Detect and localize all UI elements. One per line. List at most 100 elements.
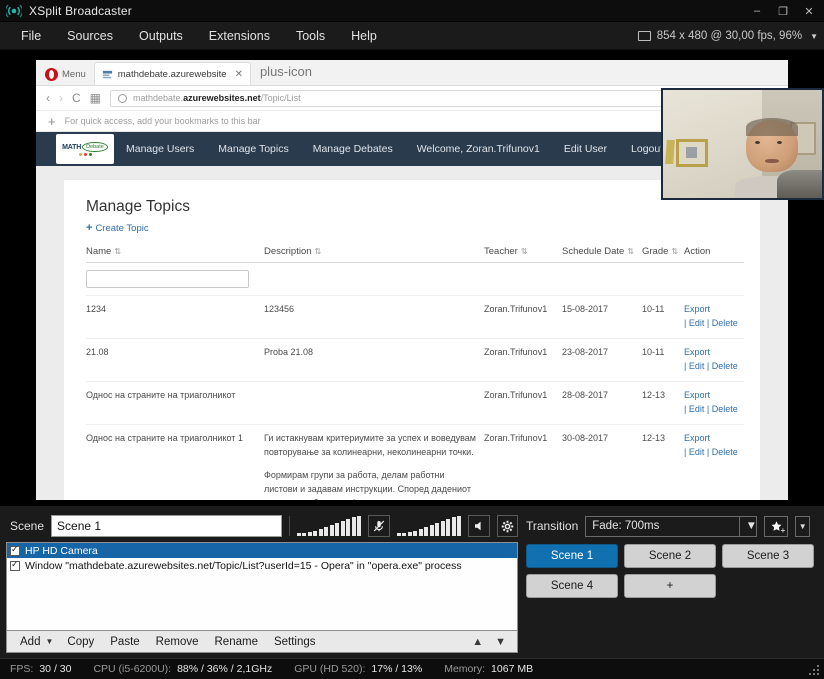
gear-icon[interactable] bbox=[496, 515, 519, 537]
webcam-person-shoulder bbox=[777, 169, 822, 198]
reload-icon[interactable]: C bbox=[72, 91, 81, 105]
edit-link[interactable]: Edit bbox=[689, 318, 705, 328]
menu-sources[interactable]: Sources bbox=[54, 25, 126, 47]
nav-edit-user[interactable]: Edit User bbox=[552, 143, 619, 155]
webcam-person-eye bbox=[755, 140, 761, 144]
create-topic-link[interactable]: + Create Topic bbox=[86, 222, 738, 234]
cell-description: 123456 bbox=[264, 295, 484, 340]
export-link[interactable]: Export bbox=[684, 432, 738, 446]
export-link[interactable]: Export bbox=[684, 389, 738, 403]
column-header-teacher[interactable]: Teacher ⇅ bbox=[484, 244, 562, 263]
scene-buttons: Scene 1 Scene 2 Scene 3 Scene 4 + bbox=[526, 544, 818, 598]
resize-grip-icon[interactable] bbox=[809, 665, 821, 677]
checkbox[interactable] bbox=[10, 559, 20, 571]
add-bookmark-icon[interactable]: + bbox=[48, 114, 56, 129]
resolution-indicator[interactable]: 854 x 480 @ 30,00 fps, 96% ▼ bbox=[637, 22, 818, 50]
table-row[interactable]: 1234 123456 Zoran.Trifunov1 15-08-2017 1… bbox=[86, 295, 744, 340]
remove-button[interactable]: Remove bbox=[149, 634, 206, 650]
delete-link[interactable]: Delete bbox=[712, 318, 738, 328]
table-row[interactable]: Однос на страните на триаголникот Zoran.… bbox=[86, 381, 744, 426]
column-header-name[interactable]: Name ⇅ bbox=[86, 244, 264, 263]
speed-dial-icon[interactable]: ▦ bbox=[90, 91, 101, 105]
opera-menu-button[interactable]: Menu bbox=[40, 63, 94, 85]
app-logo-icon bbox=[6, 3, 22, 19]
edit-link[interactable]: Edit bbox=[689, 447, 705, 457]
table-row[interactable]: 21.08 Proba 21.08 Zoran.Trifunov1 23-08-… bbox=[86, 338, 744, 383]
site-logo[interactable]: MATH Debate bbox=[56, 134, 114, 164]
source-list[interactable]: HP HD Camera Window "mathdebate.azureweb… bbox=[6, 542, 518, 631]
scene-button-3[interactable]: Scene 3 bbox=[722, 544, 814, 568]
cell-date: 28-08-2017 bbox=[562, 381, 642, 426]
add-scene-tile[interactable]: + bbox=[624, 574, 716, 598]
column-header-description[interactable]: Description ⇅ bbox=[264, 244, 484, 263]
browser-tab[interactable]: mathdebate.azurewebsite ✕ bbox=[93, 62, 251, 85]
menu-file[interactable]: File bbox=[8, 25, 54, 47]
delete-link[interactable]: Delete bbox=[712, 361, 738, 371]
plus-icon[interactable]: plus-icon bbox=[251, 64, 321, 82]
export-link[interactable]: Export bbox=[684, 303, 738, 317]
cell-teacher: Zoran.Trifunov1 bbox=[484, 295, 562, 340]
settings-button[interactable]: Settings bbox=[267, 634, 323, 650]
sort-icon: ⇅ bbox=[671, 247, 679, 256]
minimize-button[interactable]: – bbox=[744, 1, 770, 21]
paste-button[interactable]: Paste bbox=[103, 634, 146, 650]
status-fps: FPS: 30 / 30 bbox=[10, 663, 71, 675]
source-label: Window "mathdebate.azurewebsites.net/Top… bbox=[25, 559, 462, 572]
move-up-icon[interactable]: ▲ bbox=[467, 636, 488, 648]
add-button[interactable]: Add bbox=[13, 634, 47, 650]
edit-link[interactable]: Edit bbox=[689, 361, 705, 371]
site-logo-math: MATH bbox=[62, 143, 82, 151]
nav-manage-topics[interactable]: Manage Topics bbox=[206, 143, 300, 155]
microphone-muted-icon[interactable] bbox=[368, 515, 390, 537]
scene-name-input[interactable]: Scene 1 bbox=[51, 515, 282, 537]
list-item[interactable]: HP HD Camera bbox=[7, 543, 517, 558]
menu-tools[interactable]: Tools bbox=[283, 25, 338, 47]
chevron-down-icon[interactable]: ▼ bbox=[45, 637, 58, 646]
back-icon[interactable]: ‹ bbox=[46, 91, 50, 105]
maximize-button[interactable]: ❐ bbox=[770, 1, 796, 21]
control-panel: Scene Scene 1 ✓ HP HD Camera ✓ Window "m… bbox=[0, 506, 824, 658]
nav-manage-users[interactable]: Manage Users bbox=[114, 143, 206, 155]
scene-button-2[interactable]: Scene 2 bbox=[624, 544, 716, 568]
add-scene-caret[interactable]: ▼ bbox=[795, 515, 811, 537]
move-down-icon[interactable]: ▼ bbox=[490, 636, 511, 648]
forward-icon[interactable]: › bbox=[59, 91, 63, 105]
column-header-schedule-date[interactable]: Schedule Date ⇅ bbox=[562, 244, 642, 263]
scene-button-4[interactable]: Scene 4 bbox=[526, 574, 618, 598]
menu-bar: File Sources Outputs Extensions Tools He… bbox=[0, 22, 824, 50]
scene-button-1[interactable]: Scene 1 bbox=[526, 544, 618, 568]
security-icon bbox=[118, 93, 128, 103]
cell-teacher: Zoran.Trifunov1 bbox=[484, 338, 562, 383]
scene-pane: Scene Scene 1 ✓ HP HD Camera ✓ Window "m… bbox=[6, 512, 519, 658]
close-icon[interactable]: ✕ bbox=[232, 69, 243, 80]
sort-icon: ⇅ bbox=[627, 247, 635, 256]
delete-link[interactable]: Delete bbox=[712, 447, 738, 457]
table-row[interactable]: Однос на страните на триаголникот 1 Ги и… bbox=[86, 424, 744, 500]
list-item[interactable]: Window "mathdebate.azurewebsites.net/Top… bbox=[7, 558, 517, 573]
delete-link[interactable]: Delete bbox=[712, 404, 738, 414]
webcam-overlay[interactable] bbox=[661, 88, 824, 200]
plus-icon: + bbox=[86, 222, 93, 234]
status-bar: FPS: 30 / 30 CPU (i5-6200U): 88% / 36% /… bbox=[0, 658, 824, 679]
nav-manage-debates[interactable]: Manage Debates bbox=[301, 143, 405, 155]
close-button[interactable]: ✕ bbox=[796, 1, 822, 21]
chevron-down-icon[interactable]: ▼ bbox=[808, 32, 818, 41]
transition-select[interactable]: Fade: 700ms ▼ bbox=[585, 515, 758, 537]
menu-help[interactable]: Help bbox=[338, 25, 390, 47]
edit-link[interactable]: Edit bbox=[689, 404, 705, 414]
preview-stage[interactable]: Menu mathdebate.azurewebsite ✕ plus-icon… bbox=[0, 50, 824, 506]
rename-button[interactable]: Rename bbox=[208, 634, 265, 650]
add-scene-button[interactable]: + bbox=[764, 515, 789, 537]
checkbox[interactable] bbox=[10, 544, 20, 556]
search-input[interactable] bbox=[86, 270, 249, 288]
copy-button[interactable]: Copy bbox=[60, 634, 101, 650]
nav-welcome-user[interactable]: Welcome, Zoran.Trifunov1 bbox=[405, 143, 552, 155]
menu-outputs[interactable]: Outputs bbox=[126, 25, 196, 47]
menu-extensions[interactable]: Extensions bbox=[196, 25, 283, 47]
chevron-down-icon[interactable]: ▼ bbox=[739, 516, 757, 536]
monitor-icon bbox=[637, 31, 651, 41]
export-link[interactable]: Export bbox=[684, 346, 738, 360]
column-header-grade[interactable]: Grade ⇅ bbox=[642, 244, 684, 263]
speaker-icon[interactable] bbox=[468, 515, 490, 537]
address-bar[interactable]: mathdebate.azurewebsites.net/Topic/List bbox=[110, 89, 737, 107]
